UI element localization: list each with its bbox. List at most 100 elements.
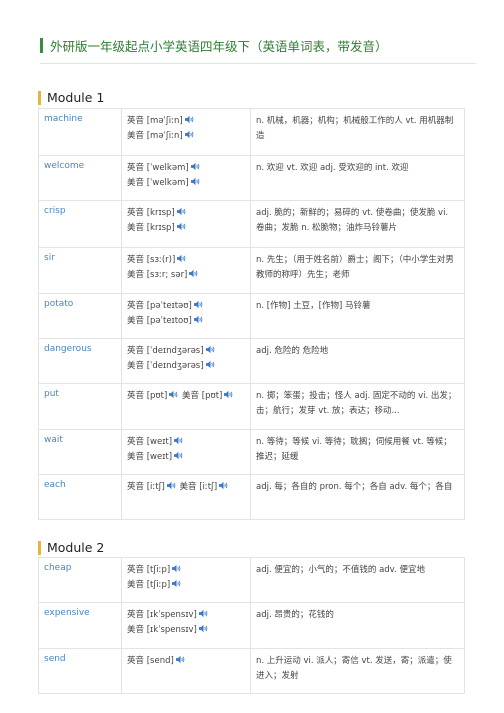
us-phonetic: [iːtʃ] [199, 482, 218, 492]
speaker-icon[interactable] [184, 130, 195, 139]
module-2-word-table: cheap 英音 [tʃiːp] 美音 [tʃiːp] adj. 便宜的；小气的；不值… [38, 557, 465, 694]
speaker-icon[interactable] [198, 624, 209, 633]
us-pronunciation: 美音 [ˈwelkəm] [127, 176, 245, 191]
word-cell[interactable]: each [38, 474, 122, 520]
us-label: 美音 [127, 177, 145, 188]
us-label: 美音 [127, 222, 145, 233]
word-cell[interactable]: expensive [38, 602, 122, 649]
speaker-icon[interactable] [176, 207, 187, 216]
speaker-icon[interactable] [198, 609, 209, 618]
speaker-icon[interactable] [193, 315, 204, 324]
us-phonetic: [ˈwelkəm] [146, 177, 189, 188]
us-pronunciation: 美音 [ˈdeɪndʒərəs] [127, 359, 245, 374]
speaker-icon[interactable] [188, 269, 199, 278]
word-row: potato 英音 [pəˈteɪtəʊ] 美音 [pəˈteɪtoʊ] n. [作物… [38, 293, 465, 339]
title-accent-bar [40, 37, 43, 53]
us-phonetic: [pəˈteɪtoʊ] [146, 315, 192, 326]
speaker-icon[interactable] [190, 162, 201, 171]
definition-cell: adj. 便宜的；小气的；不值钱的 adv. 便宜地 [250, 557, 465, 603]
speaker-icon[interactable] [173, 436, 184, 445]
speaker-icon[interactable] [176, 254, 187, 263]
us-label: 美音 [127, 360, 145, 371]
uk-label: 英音 [127, 163, 145, 173]
phonetic-cell: 英音 [send] [121, 648, 251, 694]
word-row: crisp 英音 [krɪsp] 美音 [krɪsp] adj. 脆的；新鲜的；易碎的… [38, 200, 465, 248]
document-title: 外研版一年级起点小学英语四年级下（英语单词表，带发音） [40, 37, 388, 54]
uk-label: 英音 [127, 656, 145, 666]
module-2-heading: Module 2 [38, 540, 104, 555]
word-cell[interactable]: crisp [38, 200, 122, 248]
definition-text: n. 先生；（用于姓名前）爵士；阁下；（中小学生对男教师的称呼）先生；老师 [256, 255, 454, 280]
speaker-icon[interactable] [168, 390, 179, 399]
uk-phonetic: [məˈʃiːn] [146, 116, 183, 126]
us-label: 美音 [127, 315, 145, 326]
word-cell[interactable]: potato [38, 293, 122, 339]
word-cell[interactable]: cheap [38, 557, 122, 603]
uk-phonetic: [ˈdeɪndʒərəs] [146, 346, 204, 356]
uk-pronunciation: 英音 [ˈwelkəm] [127, 161, 245, 176]
definition-cell: adj. 昂贵的；花钱的 [250, 602, 465, 649]
speaker-icon[interactable] [218, 481, 229, 490]
word-cell[interactable]: welcome [38, 155, 122, 201]
word-row: put 英音 [pʊt] 美音 [pʊt] n. 掷；笨蛋；投击；怪人 adj. 固… [38, 383, 465, 430]
speaker-icon[interactable] [193, 300, 204, 309]
uk-phonetic: [pʊt] [146, 391, 168, 401]
word-cell[interactable]: sir [38, 247, 122, 294]
uk-phonetic: [pəˈteɪtəʊ] [146, 301, 192, 311]
definition-text: adj. 便宜的；小气的；不值钱的 adv. 便宜地 [256, 565, 425, 575]
us-pronunciation: 美音 [weɪt] [127, 450, 245, 465]
definition-cell: n. 等待；等候 vi. 等待；耽搁；伺候用餐 vt. 等候；推迟；延缓 [250, 429, 465, 475]
uk-phonetic: [ɪkˈspensɪv] [146, 610, 197, 620]
speaker-icon[interactable] [173, 451, 184, 460]
us-phonetic: [pʊt] [201, 391, 223, 401]
module-accent-bar [38, 540, 41, 555]
speaker-icon[interactable] [184, 115, 195, 124]
uk-label: 英音 [127, 255, 145, 265]
uk-phonetic: [sɜː(r)] [146, 255, 176, 265]
us-phonetic: [ɪkˈspensɪv] [146, 624, 197, 635]
word-cell[interactable]: wait [38, 429, 122, 475]
word-cell[interactable]: machine [38, 108, 122, 156]
definition-text: n. [作物] 土豆，[作物] 马铃薯 [256, 301, 371, 311]
speaker-icon[interactable] [166, 481, 177, 490]
us-phonetic: [ˈdeɪndʒərəs] [146, 360, 204, 371]
uk-label: 英音 [127, 610, 145, 620]
definition-cell: n. 上升运动 vi. 派人；寄信 vt. 发送，寄；派遣；使进入；发射 [250, 648, 465, 694]
uk-label: 英音 [127, 565, 145, 575]
definition-cell: n. 掷；笨蛋；投击；怪人 adj. 固定不动的 vi. 出发；击；航行；发芽 … [250, 383, 465, 430]
phonetic-cell: 英音 [ˈwelkəm] 美音 [ˈwelkəm] [121, 155, 251, 201]
word-row: each 英音 [iːtʃ] 美音 [iːtʃ] adj. 每；各自的 pron. … [38, 474, 465, 520]
speaker-icon[interactable] [205, 345, 216, 354]
us-pronunciation: 美音 [sɜːr; sər] [127, 268, 245, 283]
word-cell[interactable]: dangerous [38, 338, 122, 384]
phonetic-cell: 英音 [məˈʃiːn] 美音 [məˈʃiːn] [121, 108, 251, 156]
uk-pronunciation: 英音 [pəˈteɪtəʊ] [127, 299, 245, 314]
speaker-icon[interactable] [171, 579, 182, 588]
uk-label: 英音 [127, 391, 145, 401]
word-cell[interactable]: send [38, 648, 122, 694]
definition-text: n. 欢迎 vt. 欢迎 adj. 受欢迎的 int. 欢迎 [256, 163, 409, 173]
module-title: Module 1 [47, 90, 105, 105]
phonetic-cell: 英音 [weɪt] 美音 [weɪt] [121, 429, 251, 475]
word-cell[interactable]: put [38, 383, 122, 430]
word-row: machine 英音 [məˈʃiːn] 美音 [məˈʃiːn] n. 机械，机器；… [38, 108, 465, 156]
word-row: sir 英音 [sɜː(r)] 美音 [sɜːr; sər] n. 先生；（用于姓名前… [38, 247, 465, 294]
speaker-icon[interactable] [171, 564, 182, 573]
us-phonetic: [tʃiːp] [146, 579, 171, 590]
speaker-icon[interactable] [176, 222, 187, 231]
speaker-icon[interactable] [175, 655, 186, 664]
definition-cell: adj. 脆的；新鲜的；易碎的 vt. 使卷曲；使发脆 vi. 卷曲；发脆 n.… [250, 200, 465, 248]
definition-text: n. 机械，机器；机构；机械般工作的人 vt. 用机器制造 [256, 116, 454, 141]
phonetic-cell: 英音 [ˈdeɪndʒərəs] 美音 [ˈdeɪndʒərəs] [121, 338, 251, 384]
speaker-icon[interactable] [223, 390, 234, 399]
document-title-text: 外研版一年级起点小学英语四年级下（英语单词表，带发音） [50, 38, 388, 54]
speaker-icon[interactable] [190, 177, 201, 186]
uk-label: 英音 [127, 301, 145, 311]
definition-text: adj. 昂贵的；花钱的 [256, 610, 334, 620]
uk-phonetic: [weɪt] [146, 437, 173, 447]
speaker-icon[interactable] [205, 360, 216, 369]
us-pronunciation: 美音 [pəˈteɪtoʊ] [127, 314, 245, 329]
uk-pronunciation: 英音 [ɪkˈspensɪv] [127, 608, 245, 623]
phonetic-line: 英音 [pʊt] 美音 [pʊt] [127, 389, 245, 404]
us-label: 美音 [179, 482, 197, 492]
